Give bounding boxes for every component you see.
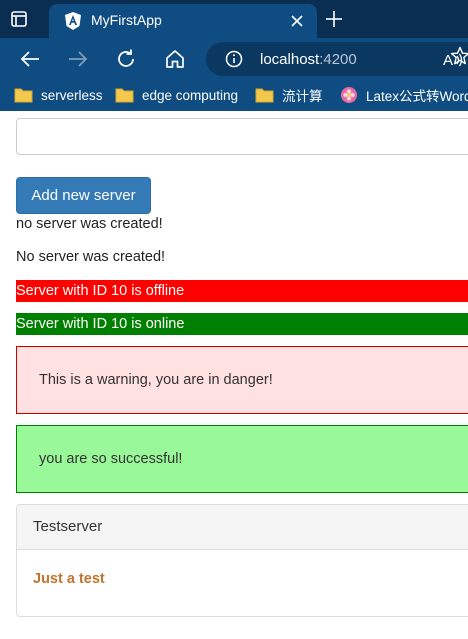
flower-icon [341,87,357,103]
folder-icon [255,88,274,103]
warning-alert: This is a warning, you are in danger! [16,346,468,414]
bookmark-label: edge computing [142,87,239,103]
bookmark-edge-computing[interactable]: edge computing [115,84,238,106]
bookmark-label: serverless [41,87,103,103]
server-online-status: Server with ID 10 is online [16,313,468,335]
url-host: localhost [260,51,320,68]
url-text[interactable]: localhost:4200 [260,51,357,68]
server-offline-status: Server with ID 10 is offline [16,280,468,302]
address-bar[interactable]: localhost:4200 A [206,42,468,76]
back-arrow-icon[interactable] [18,47,42,71]
refresh-icon[interactable] [114,47,138,71]
home-icon[interactable] [163,47,187,71]
bookmark-label: Latex公式转Word [366,89,468,104]
panel-body-text: Just a test [33,571,105,587]
creation-status-capitalized: No server was created! [16,249,166,265]
tab-actions-icon[interactable] [8,8,30,30]
success-alert: you are so successful! [16,425,468,493]
close-tab-icon[interactable] [289,13,305,29]
bookmarks-bar: serverless edge computing 流计算 Latex公式转Wo… [0,80,468,111]
server-panel: Testserver Just a test [16,504,468,617]
site-info-icon[interactable] [225,50,243,68]
folder-icon [115,88,134,103]
new-tab-icon[interactable] [324,9,344,29]
browser-tab[interactable]: MyFirstApp [49,4,317,38]
bookmark-stream-computing[interactable]: 流计算 [255,84,323,106]
add-server-button[interactable]: Add new server [16,177,151,214]
panel-body: Just a test [17,550,468,608]
url-port: :4200 [319,51,357,68]
bookmark-latex-to-word[interactable]: Latex公式转Word [340,84,468,106]
angular-logo-icon [63,11,83,31]
browser-tab-bar: MyFirstApp [0,0,468,38]
forward-arrow-icon[interactable] [66,47,90,71]
folder-icon [14,88,33,103]
browser-toolbar: localhost:4200 A [0,38,468,80]
panel-heading: Testserver [17,505,468,550]
favorite-star-icon[interactable] [450,46,468,66]
bookmark-serverless[interactable]: serverless [14,84,103,106]
server-name-input[interactable] [16,118,468,155]
bookmark-label: 流计算 [282,89,323,104]
page-content: Add new server no server was created! No… [0,111,468,639]
creation-status-lowercase: no server was created! [16,216,163,232]
tab-title: MyFirstApp [91,12,162,28]
